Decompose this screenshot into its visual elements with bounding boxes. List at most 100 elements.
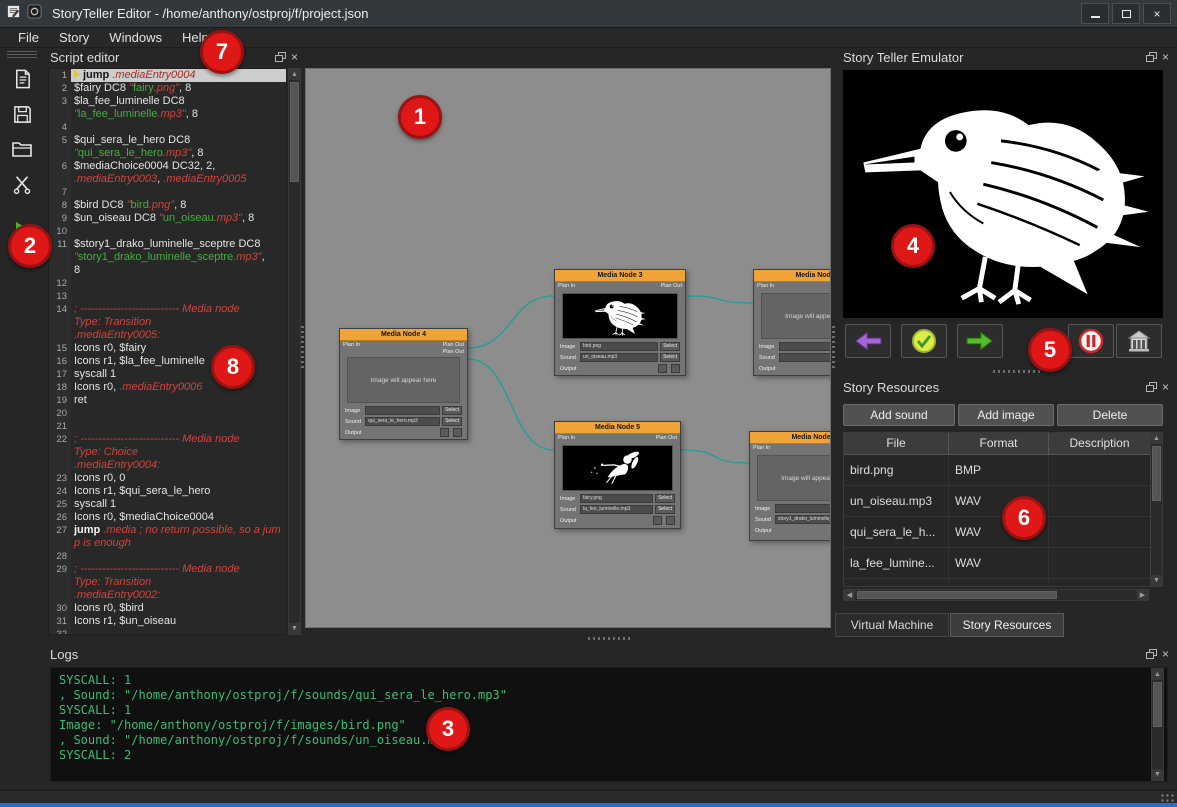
node-select-button[interactable]: Select (442, 417, 462, 426)
new-script-button[interactable] (5, 64, 39, 94)
logs-scrollbar[interactable]: ▲ ▼ (1151, 668, 1164, 781)
minimize-button[interactable] (1081, 3, 1109, 24)
node-dropdown[interactable]: story1_drako_luminelle_sce... (775, 515, 831, 524)
scroll-down-icon[interactable]: ▼ (289, 623, 300, 634)
node-dropdown[interactable] (779, 353, 831, 362)
node-input-port[interactable]: Plan In (558, 435, 575, 441)
save-button[interactable] (5, 99, 39, 129)
node-dropdown[interactable] (775, 504, 831, 513)
scroll-down-icon[interactable]: ▼ (1151, 575, 1162, 586)
node-mini-button[interactable] (653, 516, 662, 525)
node-dropdown[interactable]: bird.png (580, 342, 658, 351)
cut-button[interactable] (5, 169, 39, 199)
tab-virtual-machine[interactable]: Virtual Machine (835, 613, 949, 637)
validate-button[interactable] (901, 324, 947, 358)
node-output-port[interactable]: Plan Out (661, 283, 682, 289)
node-select-button[interactable]: Select (442, 406, 462, 415)
node-mini-button[interactable] (658, 364, 667, 373)
delete-button[interactable]: Delete (1057, 404, 1163, 426)
resource-row[interactable]: la_fee_lumine...WAV (844, 548, 1162, 579)
open-button[interactable] (5, 134, 39, 164)
script-editor-text[interactable]: 1jump .mediaEntry00042$fairy DC8 "fairy.… (48, 68, 287, 635)
node-mini-button[interactable] (453, 428, 462, 437)
node-output-port[interactable]: Plan Out (443, 349, 464, 355)
media-node[interactable]: Media Node 6Plan InImage will appear her… (749, 431, 831, 541)
column-header[interactable]: File (844, 433, 949, 454)
script-editor-scrollbar[interactable]: ▲ ▼ (288, 68, 301, 635)
resource-row[interactable]: fairy.pngBMP (844, 579, 1162, 587)
node-mini-button[interactable] (666, 516, 675, 525)
node-title-bar[interactable]: Media Node 2 (754, 270, 831, 282)
code-line: 20 (49, 407, 286, 420)
media-node[interactable]: Media Node 4Plan InPlan OutPlan OutImage… (339, 328, 468, 440)
scroll-up-icon[interactable]: ▲ (289, 69, 300, 80)
node-mini-button[interactable] (671, 364, 680, 373)
add-image-button[interactable]: Add image (958, 404, 1054, 426)
float-panel-icon[interactable] (1146, 52, 1157, 62)
node-select-button[interactable]: Select (660, 342, 680, 351)
close-panel-icon[interactable]: × (1162, 649, 1169, 659)
scroll-left-icon[interactable]: ◀ (844, 590, 855, 601)
pause-button[interactable] (1068, 324, 1114, 358)
home-button[interactable] (1116, 324, 1162, 358)
node-mini-button[interactable] (440, 428, 449, 437)
splitter-handle[interactable] (588, 637, 632, 640)
node-select-button[interactable]: Select (655, 505, 675, 514)
node-dropdown[interactable] (365, 406, 440, 415)
titlebar[interactable]: StoryTeller Editor - /home/anthony/ostpr… (0, 0, 1177, 28)
node-dropdown[interactable]: un_oiseau.mp3 (580, 353, 658, 362)
node-select-button[interactable]: Select (660, 353, 680, 362)
splitter-handle[interactable] (993, 370, 1043, 373)
resource-row[interactable]: bird.pngBMP (844, 455, 1162, 486)
close-button[interactable]: × (1143, 3, 1171, 24)
node-title-bar[interactable]: Media Node 6 (750, 432, 831, 444)
scrollbar-thumb[interactable] (1152, 446, 1161, 501)
float-panel-icon[interactable] (275, 52, 286, 62)
node-output-port[interactable]: Plan Out (656, 435, 677, 441)
media-node[interactable]: Media Node 5Plan InPlan OutImagefairy.pn… (554, 421, 681, 529)
float-panel-icon[interactable] (1146, 382, 1157, 392)
menu-story[interactable]: Story (49, 28, 99, 48)
scrollbar-thumb[interactable] (857, 591, 1057, 599)
node-dropdown[interactable]: la_fee_luminelle.mp3 (580, 505, 653, 514)
node-input-port[interactable]: Plan In (753, 445, 770, 451)
float-panel-icon[interactable] (1146, 649, 1157, 659)
node-input-port[interactable]: Plan In (343, 342, 360, 348)
node-input-port[interactable]: Plan In (757, 283, 774, 289)
scroll-down-icon[interactable]: ▼ (1152, 769, 1163, 780)
toolbar-grip-handle[interactable] (7, 51, 37, 58)
node-title-bar[interactable]: Media Node 3 (555, 270, 685, 282)
node-title-bar[interactable]: Media Node 5 (555, 422, 680, 434)
resources-hscrollbar[interactable]: ◀ ▶ (843, 589, 1149, 601)
forward-button[interactable] (957, 324, 1003, 358)
menu-file[interactable]: File (8, 28, 49, 48)
tab-story-resources[interactable]: Story Resources (950, 613, 1064, 637)
node-title-bar[interactable]: Media Node 4 (340, 329, 467, 341)
add-sound-button[interactable]: Add sound (843, 404, 955, 426)
media-node[interactable]: Media Node 3Plan InPlan OutImagebird.png… (554, 269, 686, 376)
scroll-up-icon[interactable]: ▲ (1151, 433, 1162, 444)
node-input-port[interactable]: Plan In (558, 283, 575, 289)
close-panel-icon[interactable]: × (1162, 52, 1169, 62)
splitter-handle[interactable] (301, 326, 304, 368)
close-panel-icon[interactable]: × (291, 52, 298, 62)
maximize-button[interactable] (1112, 3, 1140, 24)
node-output-port[interactable]: Plan Out (443, 342, 464, 348)
resources-vscrollbar[interactable]: ▲ ▼ (1150, 432, 1163, 587)
media-node[interactable]: Media Node 2Plan InImage will appear her… (753, 269, 831, 376)
node-dropdown[interactable]: fairy.png (580, 494, 653, 503)
menu-windows[interactable]: Windows (99, 28, 172, 48)
close-panel-icon[interactable]: × (1162, 382, 1169, 392)
node-dropdown[interactable] (779, 342, 831, 351)
node-canvas[interactable]: Media Node 4Plan InPlan OutPlan OutImage… (305, 68, 831, 628)
column-header[interactable]: Description (1049, 433, 1151, 454)
scrollbar-thumb[interactable] (1153, 682, 1162, 727)
back-button[interactable] (845, 324, 891, 358)
column-header[interactable]: Format (949, 433, 1049, 454)
resize-grip[interactable] (1160, 793, 1174, 803)
scrollbar-thumb[interactable] (290, 82, 299, 182)
node-dropdown[interactable]: qui_sera_le_hero.mp3 (365, 417, 440, 426)
node-select-button[interactable]: Select (655, 494, 675, 503)
scroll-up-icon[interactable]: ▲ (1152, 669, 1163, 680)
scroll-right-icon[interactable]: ▶ (1137, 590, 1148, 601)
